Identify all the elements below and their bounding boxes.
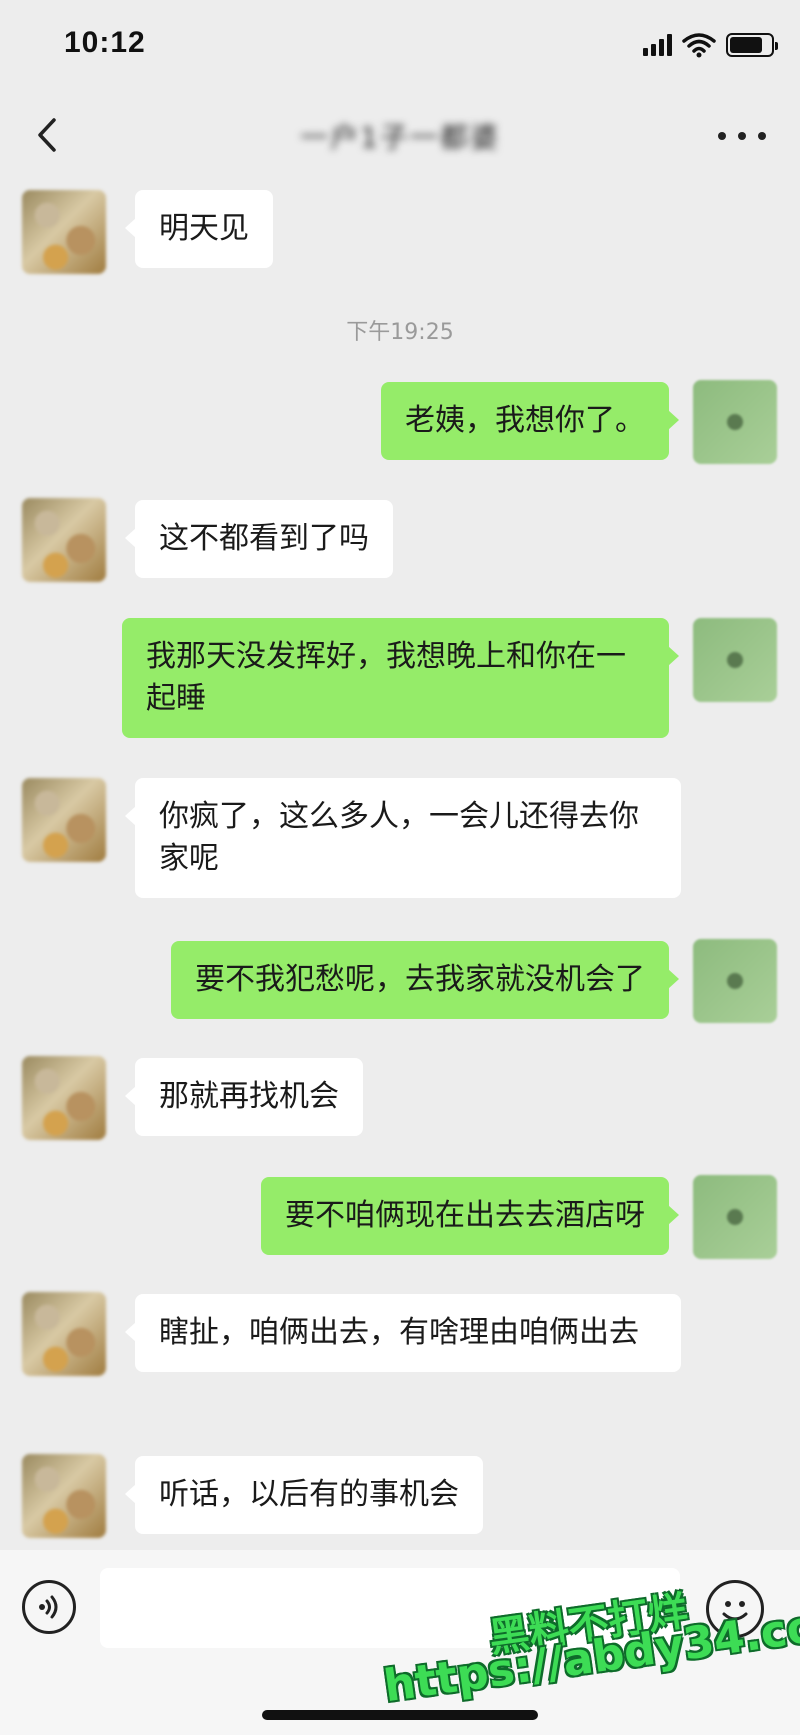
contact-avatar[interactable] bbox=[22, 1056, 106, 1140]
message-bubble-outgoing: 要不咱俩现在出去去酒店呀 bbox=[261, 1177, 679, 1255]
home-indicator bbox=[262, 1710, 538, 1720]
my-avatar[interactable] bbox=[693, 1175, 777, 1259]
status-time: 10:12 bbox=[64, 26, 146, 59]
status-icons bbox=[643, 30, 778, 60]
contact-avatar[interactable] bbox=[22, 1292, 106, 1376]
contact-avatar[interactable] bbox=[22, 498, 106, 582]
message-bubble-outgoing: 老姨，我想你了。 bbox=[381, 382, 679, 460]
wifi-icon bbox=[682, 33, 716, 58]
signal-icon bbox=[643, 34, 672, 56]
my-avatar[interactable] bbox=[693, 380, 777, 464]
contact-avatar[interactable] bbox=[22, 190, 106, 274]
chat-title: 一户1子一都婆 bbox=[300, 121, 500, 154]
my-avatar[interactable] bbox=[693, 939, 777, 1023]
battery-icon bbox=[726, 33, 778, 57]
chevron-left-icon[interactable] bbox=[28, 112, 68, 158]
my-avatar[interactable] bbox=[693, 618, 777, 702]
message-bubble-outgoing: 要不我犯愁呢，去我家就没机会了 bbox=[171, 941, 679, 1019]
message-bubble-incoming: 这不都看到了吗 bbox=[125, 500, 393, 578]
message-bubble-incoming: 那就再找机会 bbox=[125, 1058, 363, 1136]
more-dots-icon[interactable] bbox=[718, 118, 766, 154]
contact-avatar[interactable] bbox=[22, 1454, 106, 1538]
status-bar: 10:12 bbox=[0, 0, 800, 90]
voice-icon[interactable] bbox=[22, 1580, 76, 1634]
message-bubble-incoming: 你疯了，这么多人，一会儿还得去你家呢 bbox=[125, 778, 681, 898]
message-bubble-incoming: 瞎扯，咱俩出去，有啥理由咱俩出去 bbox=[125, 1294, 681, 1372]
message-timestamp: 下午19:25 bbox=[346, 320, 454, 345]
nav-bar: 一户1子一都婆 bbox=[0, 90, 800, 180]
message-bubble-incoming: 明天见 bbox=[125, 190, 273, 268]
contact-avatar[interactable] bbox=[22, 778, 106, 862]
message-bubble-outgoing: 我那天没发挥好，我想晚上和你在一起睡 bbox=[122, 618, 679, 738]
message-bubble-incoming: 听话，以后有的事机会 bbox=[125, 1456, 483, 1534]
